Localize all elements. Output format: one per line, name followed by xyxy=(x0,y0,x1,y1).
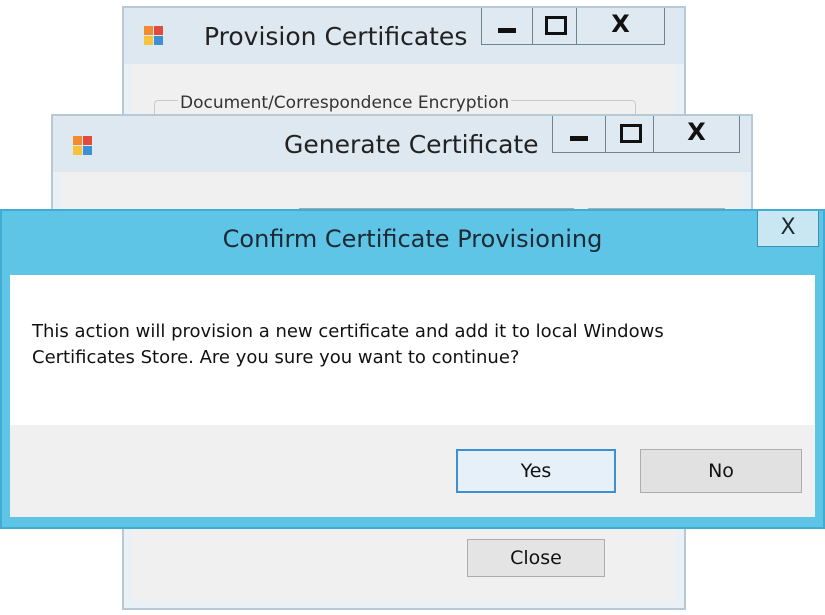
no-button[interactable]: No xyxy=(640,449,802,493)
close-icon: X xyxy=(687,118,706,146)
maximize-button[interactable] xyxy=(532,8,576,44)
provision-window-title: Provision Certificates xyxy=(204,22,468,51)
generate-title-bar[interactable]: Generate Certificate X xyxy=(53,116,751,172)
dialog-close-button[interactable]: X xyxy=(757,211,819,247)
maximize-icon xyxy=(544,16,567,35)
confirm-certificate-dialog: Confirm Certificate Provisioning X This … xyxy=(0,209,825,529)
yes-button[interactable]: Yes xyxy=(456,449,616,493)
minimize-icon xyxy=(570,136,588,141)
provision-title-bar[interactable]: Provision Certificates X xyxy=(124,8,684,64)
app-icon xyxy=(73,136,93,156)
encryption-group-label: Document/Correspondence Encryption xyxy=(178,93,512,113)
dialog-title: Confirm Certificate Provisioning xyxy=(222,225,603,253)
close-icon: X xyxy=(611,10,630,38)
close-button[interactable]: X xyxy=(576,8,664,44)
app-icon xyxy=(144,26,164,46)
dialog-body: This action will provision a new certifi… xyxy=(10,275,815,425)
dialog-button-bar: Yes No xyxy=(10,425,815,517)
close-icon: X xyxy=(780,215,796,240)
generate-window-controls: X xyxy=(552,116,740,153)
minimize-icon xyxy=(498,28,516,33)
close-button[interactable]: X xyxy=(653,116,739,152)
close-window-button[interactable]: Close xyxy=(467,539,605,577)
dialog-message: This action will provision a new certifi… xyxy=(32,321,664,368)
minimize-button[interactable] xyxy=(482,8,532,44)
generate-window-title: Generate Certificate xyxy=(284,130,539,159)
maximize-button[interactable] xyxy=(605,116,653,152)
provision-window-controls: X xyxy=(481,8,665,45)
minimize-button[interactable] xyxy=(553,116,605,152)
maximize-icon xyxy=(619,124,642,143)
